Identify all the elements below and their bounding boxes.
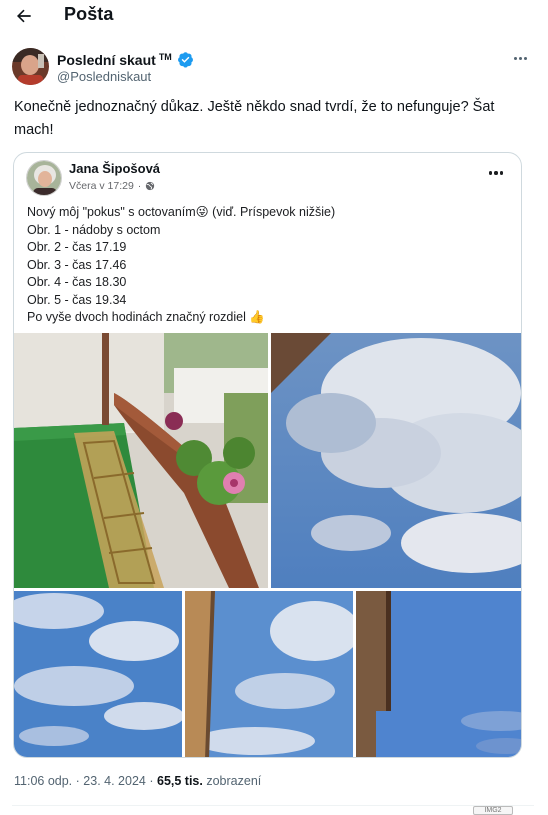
author-name[interactable]: Poslední skaut xyxy=(57,52,156,68)
more-options-button[interactable] xyxy=(510,51,530,65)
embedded-post-meta: Včera v 17:29 · xyxy=(69,180,155,192)
footer-separator: · xyxy=(149,774,154,788)
arrow-left-icon xyxy=(17,9,31,23)
image-badge: IMG2 xyxy=(473,806,513,815)
post-footer: 11:06 odp. · 23. 4. 2024 · 65,5 tis. zob… xyxy=(14,774,261,788)
photo-sky-1934[interactable] xyxy=(356,591,521,757)
embedded-text-line: Obr. 2 - čas 17.19 xyxy=(27,240,127,254)
footer-separator: · xyxy=(75,774,80,788)
page-title: Pošta xyxy=(64,4,114,24)
photo-sky-1830[interactable] xyxy=(185,591,353,757)
embedded-text-line: Obr. 5 - čas 19.34 xyxy=(27,292,127,307)
author-avatar[interactable] xyxy=(12,48,49,85)
globe-icon xyxy=(146,181,155,191)
embedded-post-time: Včera v 17:29 xyxy=(69,180,134,192)
verified-badge-icon xyxy=(177,52,193,68)
more-dot-icon xyxy=(518,56,522,60)
photo-sky-1746[interactable] xyxy=(14,591,182,757)
photo-balcony[interactable] xyxy=(14,333,268,588)
embedded-text-line: Obr. 1 - nádoby s octom xyxy=(27,222,161,237)
post-time[interactable]: 11:06 odp. xyxy=(14,774,72,788)
views-count: 65,5 tis. xyxy=(157,774,203,788)
post-author: Poslední skaut TM @Posledniskaut xyxy=(12,48,538,88)
more-dot-icon xyxy=(513,56,517,60)
embedded-image-card[interactable]: Jana Šipošová Včera v 17:29 · Nový môj "… xyxy=(13,152,522,758)
embedded-author-avatar xyxy=(26,160,62,196)
post-date[interactable]: 23. 4. 2024 xyxy=(83,774,146,788)
back-button[interactable] xyxy=(12,4,36,28)
author-name-row[interactable]: Poslední skaut TM xyxy=(57,51,194,68)
trademark-mark: TM xyxy=(158,51,172,62)
embedded-text-line: Nový môj "pokus" s octovaním😜 (viď. Prís… xyxy=(27,205,336,219)
embedded-text-line: Obr. 3 - čas 17.46 xyxy=(27,257,127,272)
author-handle[interactable]: @Posledniskaut xyxy=(57,69,151,84)
photo-grid xyxy=(14,333,521,757)
more-dot-icon xyxy=(523,56,527,60)
embedded-post-text: Nový môj "pokus" s octovaním😜 (viď. Prís… xyxy=(27,204,507,327)
photo-sky-1719[interactable] xyxy=(271,333,521,588)
divider xyxy=(12,805,534,806)
embedded-more-icon xyxy=(488,171,503,175)
top-bar: Pošta xyxy=(0,0,548,32)
embedded-text-line: Obr. 4 - čas 18.30 xyxy=(27,275,127,289)
meta-separator: · xyxy=(137,180,142,192)
embedded-text-line: Po vyše dvoch hodinách značný rozdiel 👍 xyxy=(27,310,265,324)
embedded-author-name: Jana Šipošová xyxy=(69,161,161,176)
views-label: zobrazení xyxy=(206,774,262,788)
post-text: Konečně jednoznačný důkaz. Ještě někdo s… xyxy=(14,99,495,138)
